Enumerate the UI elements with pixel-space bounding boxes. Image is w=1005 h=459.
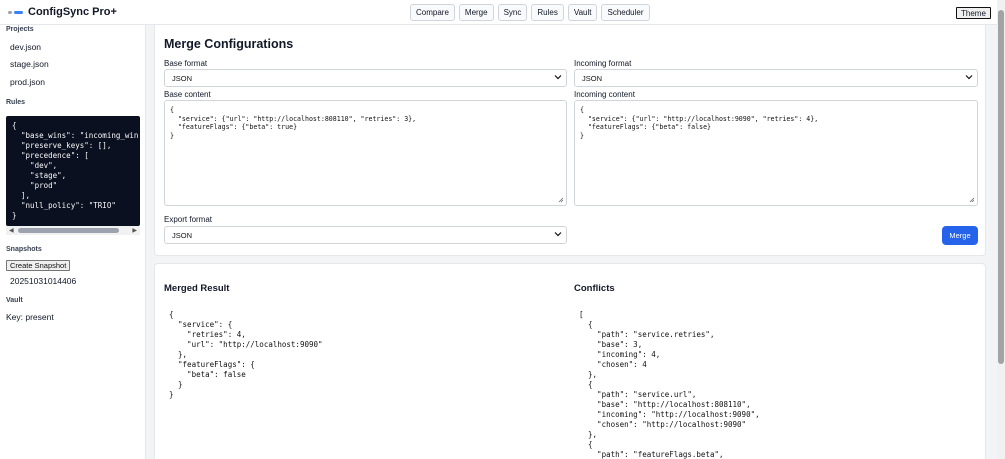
merge-title: Merge Configurations bbox=[164, 37, 294, 51]
conflicts-title: Conflicts bbox=[574, 283, 615, 294]
conflicts-json: [ { "path": "service.retries", "base": 3… bbox=[579, 310, 760, 459]
scroll-left-icon[interactable]: ◀ bbox=[9, 227, 14, 234]
scrollbar-thumb[interactable] bbox=[18, 228, 119, 233]
base-format-value: JSON bbox=[172, 74, 193, 83]
nav-sync-button[interactable]: Sync bbox=[497, 4, 528, 21]
merge-button[interactable]: Merge bbox=[942, 226, 978, 245]
incoming-format-value: JSON bbox=[582, 74, 603, 83]
incoming-content-text: { "service": {"url": "http://localhost:9… bbox=[580, 106, 819, 140]
snapshot-item[interactable]: 20251031014406 bbox=[10, 276, 76, 286]
project-item-dev[interactable]: dev.json bbox=[10, 42, 41, 52]
rules-heading: Rules bbox=[6, 99, 26, 106]
page-scrollbar-thumb[interactable] bbox=[998, 10, 1004, 364]
incoming-content-label: Incoming content bbox=[574, 90, 635, 99]
rules-horizontal-scrollbar[interactable]: ◀ ▶ bbox=[6, 226, 140, 235]
resize-grip-icon[interactable] bbox=[969, 197, 975, 203]
nav-merge-button[interactable]: Merge bbox=[458, 4, 494, 21]
sidebar: Projects dev.json stage.json prod.json R… bbox=[0, 25, 146, 459]
export-format-select[interactable]: JSON bbox=[164, 226, 567, 244]
create-snapshot-button[interactable]: Create Snapshot bbox=[6, 260, 71, 271]
page-scrollbar[interactable] bbox=[997, 0, 1005, 459]
main-nav: Compare Merge Sync Rules Vault Scheduler bbox=[410, 4, 650, 21]
incoming-format-select[interactable]: JSON bbox=[574, 69, 978, 87]
chevron-down-icon bbox=[965, 75, 973, 80]
incoming-format-label: Incoming format bbox=[574, 59, 632, 68]
base-format-label: Base format bbox=[164, 59, 208, 68]
logo-icon bbox=[8, 9, 24, 15]
base-content-label: Base content bbox=[164, 90, 211, 99]
resize-grip-icon[interactable] bbox=[558, 197, 564, 203]
project-item-prod[interactable]: prod.json bbox=[10, 77, 45, 87]
merged-result-title: Merged Result bbox=[164, 283, 230, 294]
app-title: ConfigSync Pro+ bbox=[28, 6, 117, 18]
nav-rules-button[interactable]: Rules bbox=[531, 4, 564, 21]
vault-heading: Vault bbox=[6, 297, 23, 304]
export-format-value: JSON bbox=[172, 231, 193, 240]
project-item-stage[interactable]: stage.json bbox=[10, 59, 49, 69]
rules-code-block[interactable]: { "base_wins": "incoming_win "preserve_k… bbox=[6, 116, 140, 226]
vault-status: Key: present bbox=[6, 312, 54, 322]
base-format-select[interactable]: JSON bbox=[164, 69, 567, 87]
scroll-right-icon[interactable]: ▶ bbox=[132, 227, 137, 234]
chevron-down-icon bbox=[554, 232, 562, 237]
snapshots-heading: Snapshots bbox=[6, 246, 42, 253]
merged-result-json: { "service": { "retries": 4, "url": "htt… bbox=[169, 310, 323, 399]
export-format-label: Export format bbox=[164, 215, 213, 224]
top-bar: ConfigSync Pro+ Compare Merge Sync Rules… bbox=[0, 0, 997, 25]
chevron-down-icon bbox=[554, 75, 562, 80]
brand: ConfigSync Pro+ bbox=[8, 6, 117, 18]
base-content-textarea[interactable]: { "service": {"url": "http://localhost:8… bbox=[164, 100, 567, 206]
nav-scheduler-button[interactable]: Scheduler bbox=[601, 4, 650, 21]
rules-json: { "base_wins": "incoming_win "preserve_k… bbox=[12, 121, 139, 220]
incoming-content-textarea[interactable]: { "service": {"url": "http://localhost:9… bbox=[574, 100, 978, 206]
base-content-text: { "service": {"url": "http://localhost:8… bbox=[170, 106, 417, 140]
nav-compare-button[interactable]: Compare bbox=[410, 4, 455, 21]
theme-toggle-button[interactable]: Theme bbox=[956, 7, 991, 19]
projects-heading: Projects bbox=[6, 26, 34, 33]
nav-vault-button[interactable]: Vault bbox=[567, 4, 598, 21]
